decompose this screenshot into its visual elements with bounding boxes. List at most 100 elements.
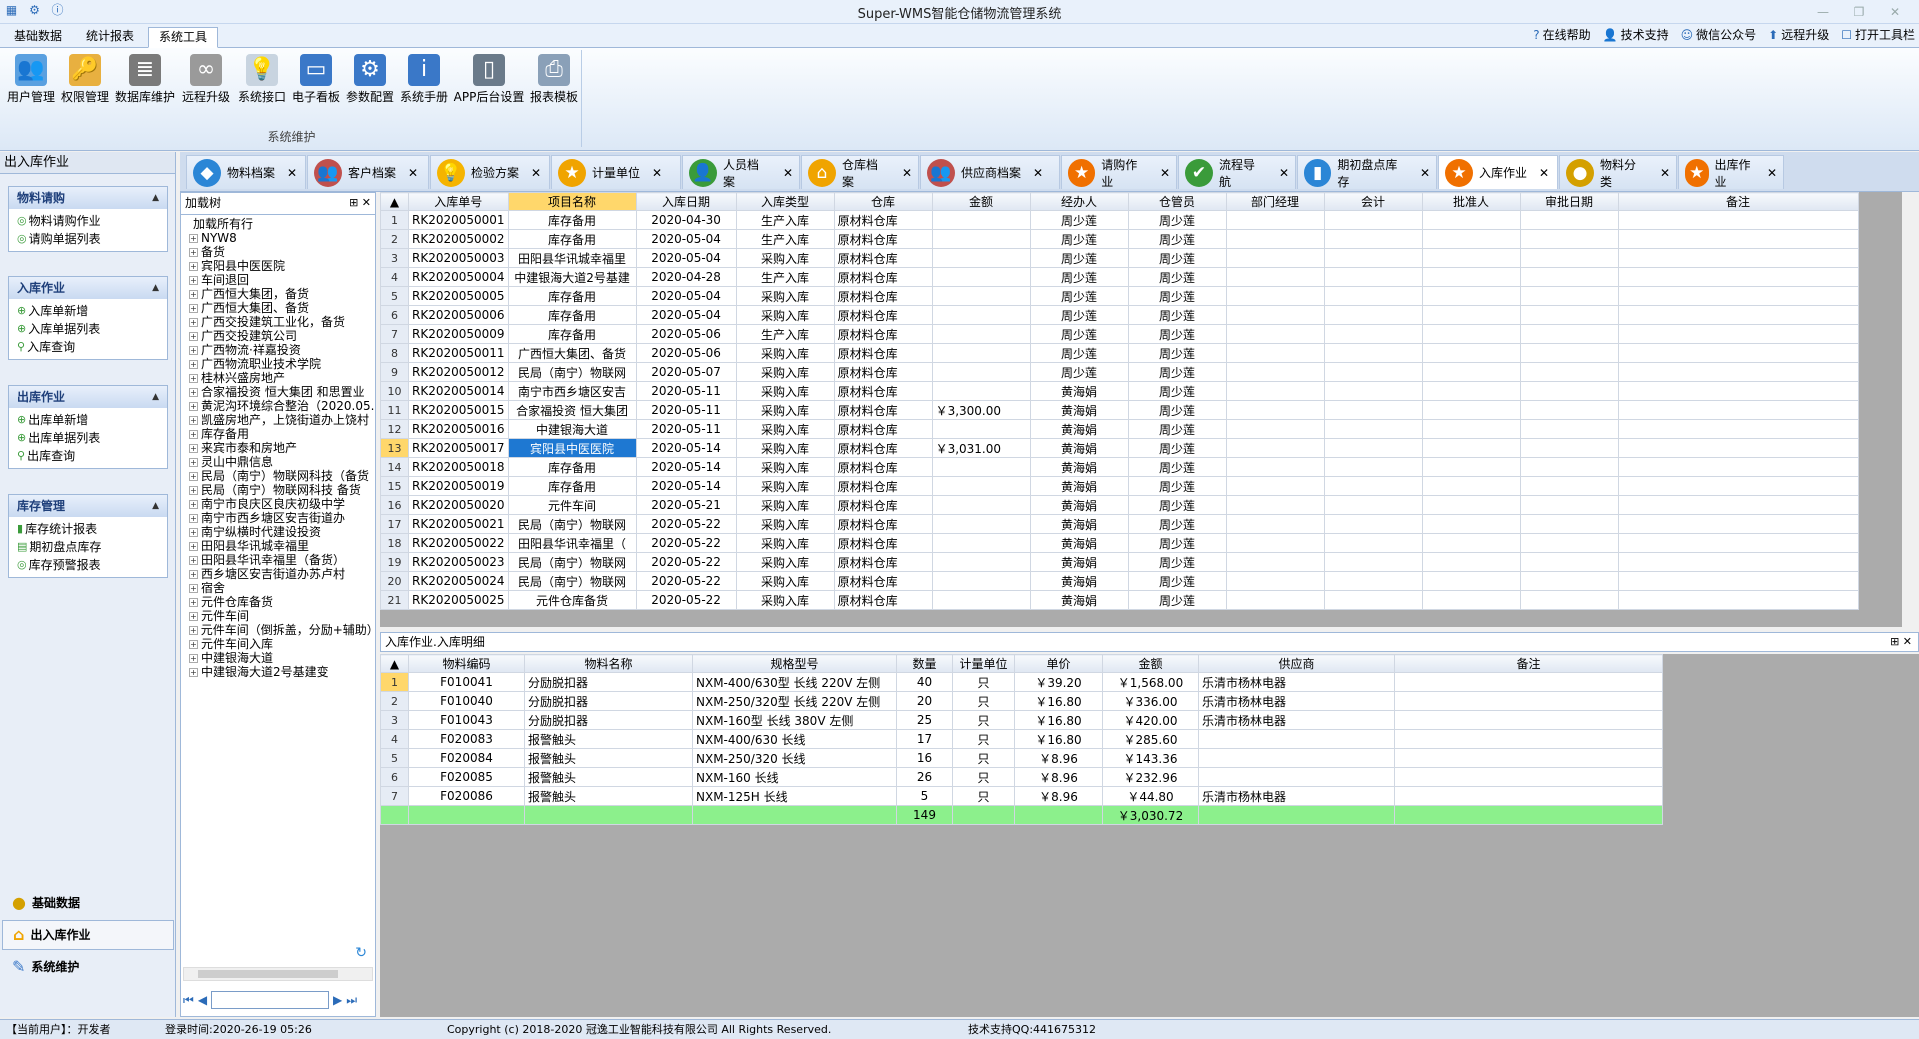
cell[interactable]: 2020-05-04 <box>635 305 737 325</box>
cell[interactable] <box>1519 400 1619 420</box>
cell[interactable]: 周少莲 <box>1127 229 1227 249</box>
cell[interactable] <box>1617 552 1859 572</box>
cell[interactable]: F020083 <box>408 729 525 749</box>
cell[interactable] <box>1394 748 1663 768</box>
expand-icon[interactable]: + <box>189 499 198 509</box>
cell[interactable] <box>1198 748 1395 768</box>
menu-tab-system-tools[interactable]: 系统工具 <box>148 27 219 48</box>
cell[interactable]: NXM-400/630 长线 <box>692 729 897 749</box>
cell[interactable]: 17 <box>896 729 953 749</box>
cell[interactable]: 库存备用 <box>507 476 637 496</box>
doc-tab-12[interactable]: ★ 出库作业 ✕ <box>1678 155 1784 189</box>
remote-upgrade-button[interactable]: ∞ 远程升级 <box>180 54 232 105</box>
tree-node[interactable]: + 元件车间入库 <box>181 637 375 651</box>
cell[interactable]: 周少莲 <box>1127 286 1227 306</box>
expand-icon[interactable]: + <box>189 625 198 635</box>
cell[interactable]: 周少莲 <box>1127 400 1227 420</box>
doc-tab-9[interactable]: ▮ 期初盘点库存 ✕ <box>1297 155 1437 189</box>
cell[interactable] <box>1225 305 1325 325</box>
cell[interactable] <box>1617 210 1859 230</box>
cell[interactable]: 2020-05-22 <box>635 590 737 610</box>
cell[interactable] <box>931 248 1031 268</box>
cell[interactable]: 2020-04-30 <box>635 210 737 230</box>
cell[interactable]: 2020-05-21 <box>635 495 737 515</box>
cell[interactable]: 采购入库 <box>735 438 835 458</box>
column-header[interactable]: 仓库 <box>833 192 933 211</box>
table-row[interactable]: 18 RK2020050022 田阳县华讯幸福里（ 2020-05-22 采购入库 原材料… <box>380 533 1859 553</box>
cell[interactable] <box>931 590 1031 610</box>
cell[interactable]: 黄海娟 <box>1029 571 1129 591</box>
cell[interactable]: 采购入库 <box>735 248 835 268</box>
restore-icon[interactable]: ❐ <box>1841 0 1877 24</box>
table-row[interactable]: 1 F010041 分励脱扣器 NXM-400/630型 长线 220V 左侧 40 只 ￥… <box>380 672 1663 692</box>
cell[interactable]: RK2020050006 <box>408 305 509 325</box>
column-header[interactable]: 入库日期 <box>635 192 737 211</box>
cell[interactable] <box>1421 514 1521 534</box>
doc-tab-3[interactable]: ★ 计量单位 ✕ <box>551 155 681 189</box>
cell[interactable]: 周少莲 <box>1029 305 1129 325</box>
cell[interactable] <box>1519 381 1619 401</box>
cell[interactable]: 采购入库 <box>735 381 835 401</box>
cell[interactable]: RK2020050009 <box>408 324 509 344</box>
cell[interactable]: 原材料仓库 <box>833 343 933 363</box>
nav-item-requisition-list[interactable]: ◎ 请购单据列表 <box>9 230 167 248</box>
expand-icon[interactable]: + <box>189 261 198 271</box>
cell[interactable]: 26 <box>896 767 953 787</box>
cell[interactable]: 原材料仓库 <box>833 457 933 477</box>
cell[interactable] <box>1421 248 1521 268</box>
row-number[interactable]: 2 <box>380 691 409 711</box>
tree-node[interactable]: + 桂林兴盛房地产 <box>181 371 375 385</box>
cell[interactable] <box>1617 267 1859 287</box>
column-header[interactable]: 物料名称 <box>524 654 693 673</box>
cell[interactable]: NXM-160型 长线 380V 左侧 <box>692 710 897 730</box>
close-tab-icon[interactable]: ✕ <box>1279 166 1289 180</box>
cell[interactable] <box>1617 476 1859 496</box>
cell[interactable]: 2020-05-11 <box>635 381 737 401</box>
row-number[interactable]: 4 <box>380 267 409 287</box>
tree-node[interactable]: + 广西物流·祥嘉投资 <box>181 343 375 357</box>
cell[interactable] <box>1617 457 1859 477</box>
cell[interactable]: 25 <box>896 710 953 730</box>
row-number[interactable]: 11 <box>380 400 409 420</box>
expand-icon[interactable]: + <box>189 471 198 481</box>
nav-item-outbound-list[interactable]: ⊕ 出库单据列表 <box>9 429 167 447</box>
cell[interactable] <box>1323 514 1423 534</box>
tree-node[interactable]: + 中建银海大道2号基建变 <box>181 665 375 679</box>
cell[interactable] <box>1323 229 1423 249</box>
cell[interactable]: 2020-05-06 <box>635 343 737 363</box>
cell[interactable]: 2020-05-22 <box>635 533 737 553</box>
cell[interactable]: ￥8.96 <box>1014 786 1103 806</box>
tree-node[interactable]: + 车间退回 <box>181 273 375 287</box>
cell[interactable] <box>1519 248 1619 268</box>
cell[interactable]: RK2020050019 <box>408 476 509 496</box>
cell[interactable] <box>1519 457 1619 477</box>
tree-node[interactable]: + 库存备用 <box>181 427 375 441</box>
tree-node[interactable]: + 备货 <box>181 245 375 259</box>
cell[interactable]: 黄海娟 <box>1029 476 1129 496</box>
cell[interactable]: 周少莲 <box>1029 286 1129 306</box>
row-number[interactable]: 16 <box>380 495 409 515</box>
cell[interactable]: 周少莲 <box>1127 438 1227 458</box>
cell[interactable] <box>931 343 1031 363</box>
cell[interactable]: 周少莲 <box>1127 381 1227 401</box>
cell[interactable]: 周少莲 <box>1029 229 1129 249</box>
cell[interactable] <box>1617 571 1859 591</box>
pin-close-icons[interactable]: ⊞ ✕ <box>349 193 371 213</box>
collapse-icon[interactable]: ▲ <box>152 277 159 299</box>
report-template-button[interactable]: ⎙ 报表模板 <box>528 54 580 105</box>
cell[interactable]: 库存备用 <box>507 305 637 325</box>
cell[interactable] <box>1225 495 1325 515</box>
table-row[interactable]: 6 F020085 报警触头 NXM-160 长线 26 只 ￥8.96 ￥232.96 <box>380 767 1663 787</box>
column-header[interactable]: 会计 <box>1323 192 1423 211</box>
tree-node[interactable]: + 元件车间（倒拆盖，分励+辅助） <box>181 623 375 637</box>
close-tab-icon[interactable]: ✕ <box>902 166 912 180</box>
first-page-icon[interactable]: ⏮ <box>183 993 194 1008</box>
tree-node[interactable]: + 凯盛房地产，上饶街道办上饶村 <box>181 413 375 427</box>
row-number[interactable]: 14 <box>380 457 409 477</box>
cell[interactable]: 库存备用 <box>507 210 637 230</box>
cell[interactable] <box>931 229 1031 249</box>
cell[interactable] <box>1394 729 1663 749</box>
row-number[interactable]: 15 <box>380 476 409 496</box>
cell[interactable] <box>1519 343 1619 363</box>
cell[interactable]: 2020-05-04 <box>635 286 737 306</box>
